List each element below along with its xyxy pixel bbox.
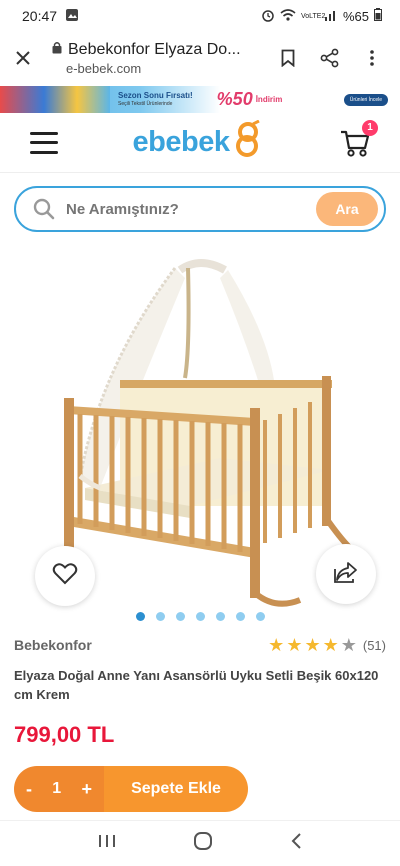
wifi-icon <box>280 8 296 25</box>
quantity-value[interactable]: 1 <box>52 780 61 798</box>
search-button[interactable]: Ara <box>316 192 378 226</box>
signal-icon <box>324 9 338 24</box>
home-icon[interactable] <box>193 831 213 856</box>
star-icon: ★ <box>304 635 321 655</box>
product-rating[interactable]: ★ ★ ★ ★ ★ (51) <box>268 636 386 654</box>
product-price: 799,00 TL <box>14 722 115 747</box>
gallery-pagination <box>0 612 400 621</box>
ebebek-logo[interactable]: ebebek <box>132 119 264 166</box>
gallery-dot[interactable] <box>195 612 205 621</box>
promo-title: Sezon Sonu Fırsatı! <box>118 91 193 100</box>
gallery-dot[interactable] <box>175 612 185 621</box>
star-icon: ★ <box>286 635 303 655</box>
alarm-icon <box>261 8 275 25</box>
quantity-plus-button[interactable]: + <box>81 779 92 800</box>
browser-page-title: Bebekonfor Elyaza Do... <box>68 40 241 58</box>
stroller-cart-icon <box>338 130 372 164</box>
share-arrow-icon <box>333 560 359 589</box>
recent-apps-icon[interactable] <box>98 833 116 854</box>
back-icon[interactable] <box>290 832 302 855</box>
search-bar: Ara <box>14 186 386 232</box>
add-to-cart-button[interactable]: Sepete Ekle <box>104 766 248 812</box>
close-icon[interactable] <box>8 43 38 73</box>
status-time: 20:47 <box>22 8 58 24</box>
gallery-dot[interactable] <box>255 612 265 621</box>
site-header: ebebek 1 <box>0 113 400 173</box>
promo-discount: %50 <box>216 89 253 109</box>
favorite-button[interactable] <box>35 546 95 606</box>
product-title: Elyaza Doğal Anne Yanı Asansörlü Uyku Se… <box>14 668 379 702</box>
browser-bar: Bebekonfor Elyaza Do... e-bebek.com <box>0 32 400 84</box>
battery-icon <box>374 8 382 24</box>
battery-label: %65 <box>342 8 369 24</box>
search-input[interactable] <box>66 200 316 218</box>
gallery-dot[interactable] <box>155 612 165 621</box>
promo-kids-image <box>0 86 110 113</box>
star-empty-icon: ★ <box>340 635 357 655</box>
more-options-icon[interactable] <box>358 44 386 72</box>
logo-mark-icon <box>233 119 263 166</box>
star-icon: ★ <box>322 635 339 655</box>
cart-count-badge: 1 <box>361 119 378 136</box>
star-icon: ★ <box>268 635 285 655</box>
share-product-button[interactable] <box>316 544 376 604</box>
search-icon <box>32 197 56 221</box>
menu-icon[interactable] <box>30 131 58 154</box>
promo-subtitle: Seçili Tekstil Ürünlerinde <box>118 101 173 107</box>
gallery-dot[interactable] <box>235 612 245 621</box>
lock-icon <box>52 41 62 59</box>
status-bar: 20:47 VoLTE2 %65 <box>0 0 400 32</box>
cart-button[interactable]: 1 <box>338 119 378 160</box>
gallery-dot[interactable] <box>135 612 145 621</box>
promo-button[interactable]: Ürünleri İncele <box>343 93 388 106</box>
quantity-stepper: - 1 + <box>14 766 104 812</box>
network-label: VoLTE2 <box>300 12 326 20</box>
promo-discount-word: İndirim <box>255 95 283 104</box>
heart-icon <box>52 562 78 591</box>
gallery-notification-icon <box>65 8 79 25</box>
product-brand[interactable]: Bebekonfor <box>14 637 92 653</box>
share-icon[interactable] <box>316 44 344 72</box>
quantity-minus-button[interactable]: - <box>26 779 32 800</box>
bookmark-icon[interactable] <box>274 44 302 72</box>
browser-url: e-bebek.com <box>66 60 142 76</box>
gallery-dot[interactable] <box>215 612 225 621</box>
browser-title-area[interactable]: Bebekonfor Elyaza Do... e-bebek.com <box>38 41 274 76</box>
promo-banner[interactable]: Sezon Sonu Fırsatı! Seçili Tekstil Ürünl… <box>0 86 400 113</box>
logo-text: ebebek <box>132 126 230 158</box>
add-to-cart-bar: - 1 + Sepete Ekle <box>14 766 248 812</box>
product-info: Bebekonfor ★ ★ ★ ★ ★ (51) Elyaza Doğal A… <box>14 636 386 748</box>
system-nav-bar <box>0 820 400 866</box>
rating-count: (51) <box>362 637 386 653</box>
